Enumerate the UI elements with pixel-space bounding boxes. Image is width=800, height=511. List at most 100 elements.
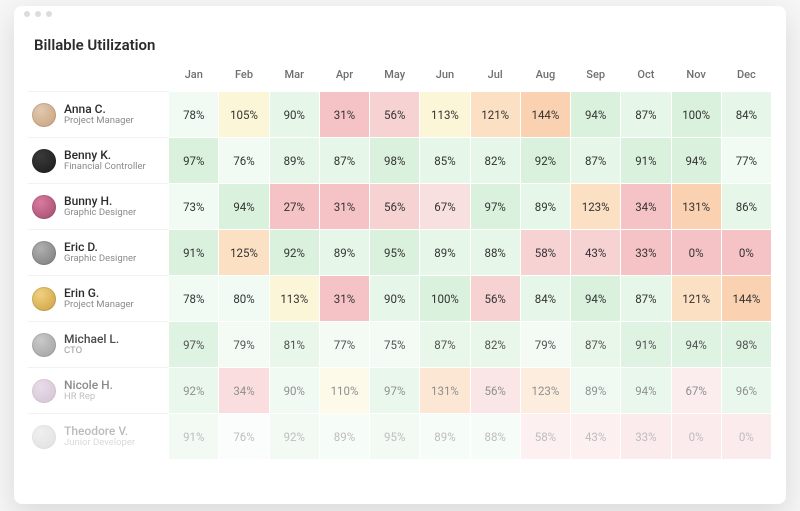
heatmap-cell[interactable]: 89%	[269, 138, 319, 184]
heatmap-cell[interactable]: 82%	[470, 138, 520, 184]
heatmap-cell[interactable]: 113%	[420, 92, 470, 138]
heatmap-cell[interactable]: 92%	[269, 230, 319, 276]
heatmap-cell[interactable]: 56%	[370, 184, 420, 230]
person-cell[interactable]: Benny K.Financial Controller	[28, 138, 169, 184]
heatmap-cell[interactable]: 75%	[370, 322, 420, 368]
heatmap-cell[interactable]: 0%	[721, 414, 771, 460]
heatmap-cell[interactable]: 90%	[370, 276, 420, 322]
heatmap-cell[interactable]: 94%	[571, 276, 621, 322]
heatmap-cell[interactable]: 97%	[169, 138, 219, 184]
heatmap-cell[interactable]: 121%	[470, 92, 520, 138]
heatmap-cell[interactable]: 88%	[470, 414, 520, 460]
heatmap-cell[interactable]: 92%	[520, 138, 570, 184]
heatmap-cell[interactable]: 58%	[520, 230, 570, 276]
heatmap-cell[interactable]: 89%	[571, 368, 621, 414]
heatmap-cell[interactable]: 79%	[219, 322, 269, 368]
heatmap-cell[interactable]: 131%	[671, 184, 721, 230]
heatmap-cell[interactable]: 87%	[420, 322, 470, 368]
heatmap-cell[interactable]: 77%	[319, 322, 369, 368]
heatmap-cell[interactable]: 113%	[269, 276, 319, 322]
heatmap-cell[interactable]: 76%	[219, 414, 269, 460]
heatmap-cell[interactable]: 56%	[370, 92, 420, 138]
heatmap-cell[interactable]: 131%	[420, 368, 470, 414]
heatmap-cell[interactable]: 79%	[520, 322, 570, 368]
person-cell[interactable]: Anna C.Project Manager	[28, 92, 169, 138]
heatmap-cell[interactable]: 78%	[169, 276, 219, 322]
heatmap-cell[interactable]: 87%	[319, 138, 369, 184]
heatmap-cell[interactable]: 80%	[219, 276, 269, 322]
heatmap-cell[interactable]: 89%	[420, 230, 470, 276]
heatmap-cell[interactable]: 90%	[269, 92, 319, 138]
heatmap-cell[interactable]: 90%	[269, 368, 319, 414]
heatmap-cell[interactable]: 92%	[169, 368, 219, 414]
heatmap-cell[interactable]: 84%	[721, 92, 771, 138]
heatmap-cell[interactable]: 144%	[520, 92, 570, 138]
heatmap-cell[interactable]: 33%	[621, 414, 671, 460]
heatmap-cell[interactable]: 56%	[470, 276, 520, 322]
heatmap-cell[interactable]: 67%	[671, 368, 721, 414]
heatmap-cell[interactable]: 31%	[319, 92, 369, 138]
heatmap-cell[interactable]: 87%	[621, 276, 671, 322]
person-cell[interactable]: Nicole H.HR Rep	[28, 368, 169, 414]
heatmap-cell[interactable]: 121%	[671, 276, 721, 322]
heatmap-cell[interactable]: 58%	[520, 414, 570, 460]
heatmap-cell[interactable]: 94%	[671, 322, 721, 368]
person-cell[interactable]: Eric D.Graphic Designer	[28, 230, 169, 276]
heatmap-cell[interactable]: 98%	[370, 138, 420, 184]
heatmap-cell[interactable]: 97%	[370, 368, 420, 414]
window-close-icon[interactable]	[24, 11, 30, 17]
heatmap-cell[interactable]: 125%	[219, 230, 269, 276]
heatmap-cell[interactable]: 100%	[671, 92, 721, 138]
heatmap-cell[interactable]: 78%	[169, 92, 219, 138]
heatmap-cell[interactable]: 56%	[470, 368, 520, 414]
heatmap-cell[interactable]: 110%	[319, 368, 369, 414]
heatmap-cell[interactable]: 94%	[671, 138, 721, 184]
heatmap-cell[interactable]: 73%	[169, 184, 219, 230]
heatmap-cell[interactable]: 85%	[420, 138, 470, 184]
heatmap-cell[interactable]: 144%	[721, 276, 771, 322]
heatmap-cell[interactable]: 0%	[721, 230, 771, 276]
heatmap-cell[interactable]: 95%	[370, 230, 420, 276]
person-cell[interactable]: Theodore V.Junior Developer	[28, 414, 169, 460]
window-zoom-icon[interactable]	[46, 11, 52, 17]
heatmap-cell[interactable]: 89%	[420, 414, 470, 460]
heatmap-cell[interactable]: 89%	[319, 230, 369, 276]
heatmap-cell[interactable]: 43%	[571, 414, 621, 460]
heatmap-cell[interactable]: 81%	[269, 322, 319, 368]
heatmap-cell[interactable]: 89%	[319, 414, 369, 460]
heatmap-cell[interactable]: 94%	[571, 92, 621, 138]
heatmap-cell[interactable]: 91%	[621, 322, 671, 368]
heatmap-cell[interactable]: 92%	[269, 414, 319, 460]
heatmap-cell[interactable]: 100%	[420, 276, 470, 322]
heatmap-cell[interactable]: 31%	[319, 184, 369, 230]
heatmap-cell[interactable]: 87%	[571, 138, 621, 184]
heatmap-cell[interactable]: 91%	[169, 230, 219, 276]
heatmap-cell[interactable]: 43%	[571, 230, 621, 276]
heatmap-cell[interactable]: 105%	[219, 92, 269, 138]
heatmap-cell[interactable]: 82%	[470, 322, 520, 368]
heatmap-cell[interactable]: 76%	[219, 138, 269, 184]
heatmap-cell[interactable]: 77%	[721, 138, 771, 184]
heatmap-cell[interactable]: 84%	[520, 276, 570, 322]
person-cell[interactable]: Bunny H.Graphic Designer	[28, 184, 169, 230]
heatmap-cell[interactable]: 34%	[621, 184, 671, 230]
heatmap-cell[interactable]: 123%	[571, 184, 621, 230]
heatmap-cell[interactable]: 123%	[520, 368, 570, 414]
heatmap-cell[interactable]: 34%	[219, 368, 269, 414]
heatmap-cell[interactable]: 67%	[420, 184, 470, 230]
heatmap-cell[interactable]: 0%	[671, 414, 721, 460]
heatmap-cell[interactable]: 95%	[370, 414, 420, 460]
heatmap-cell[interactable]: 33%	[621, 230, 671, 276]
heatmap-cell[interactable]: 27%	[269, 184, 319, 230]
heatmap-cell[interactable]: 0%	[671, 230, 721, 276]
heatmap-cell[interactable]: 88%	[470, 230, 520, 276]
heatmap-cell[interactable]: 87%	[571, 322, 621, 368]
heatmap-cell[interactable]: 98%	[721, 322, 771, 368]
heatmap-cell[interactable]: 94%	[621, 368, 671, 414]
heatmap-cell[interactable]: 96%	[721, 368, 771, 414]
heatmap-cell[interactable]: 97%	[169, 322, 219, 368]
heatmap-cell[interactable]: 31%	[319, 276, 369, 322]
window-minimize-icon[interactable]	[35, 11, 41, 17]
heatmap-cell[interactable]: 87%	[621, 92, 671, 138]
person-cell[interactable]: Erin G.Project Manager	[28, 276, 169, 322]
